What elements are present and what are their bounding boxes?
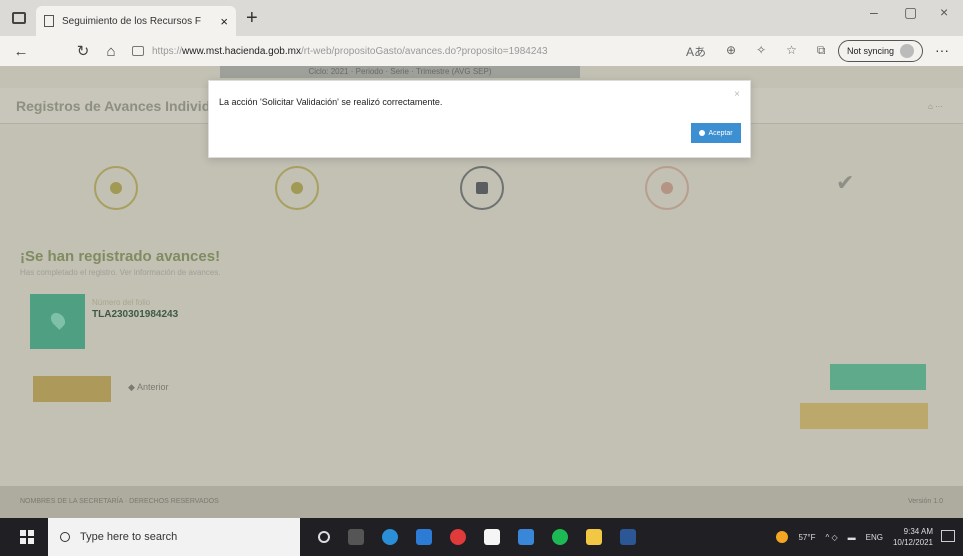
window-menu-icon[interactable] xyxy=(12,12,26,24)
previous-link[interactable]: ◆ Anterior xyxy=(128,382,168,393)
url-field[interactable]: https:// www.mst.hacienda.gob.mx /rt-web… xyxy=(132,40,652,62)
zoom-icon[interactable]: ⊕ xyxy=(726,43,736,60)
tab-title: Seguimiento de los Recursos F xyxy=(62,15,201,27)
check-icon: ✔ xyxy=(836,170,855,195)
cortana-icon[interactable] xyxy=(318,531,330,543)
word-icon[interactable] xyxy=(620,529,636,545)
home-icon[interactable]: ⌂ xyxy=(98,43,124,60)
collections-icon[interactable]: ⧉ xyxy=(817,43,826,60)
success-subheading: Has completado el registro. Ver informac… xyxy=(20,268,221,277)
close-window-button[interactable]: × xyxy=(940,4,948,20)
page-icon xyxy=(44,15,54,27)
progress-steps: ✔ xyxy=(0,166,963,226)
url-prefix: https:// xyxy=(152,45,183,57)
address-bar: ← ↻ ⌂ https:// www.mst.hacienda.gob.mx /… xyxy=(0,36,963,66)
taskbar-apps xyxy=(318,529,636,545)
profile-button[interactable]: Not syncing xyxy=(838,40,924,62)
secondary-button[interactable] xyxy=(800,403,928,429)
folio-number: TLA230301984243 xyxy=(92,309,179,320)
step-1-icon xyxy=(94,166,138,210)
folio-label: Número del folio xyxy=(92,298,151,307)
windows-start-icon[interactable] xyxy=(20,530,34,544)
lock-icon xyxy=(132,46,144,56)
confirmation-dialog: La acción 'Solicitar Validación' se real… xyxy=(208,80,751,158)
location-pin-icon xyxy=(48,310,68,330)
step-3-icon xyxy=(460,166,504,210)
url-path: /rt-web/propositoGasto/avances.do?propos… xyxy=(300,45,548,57)
footer-text: NOMBRES DE LA SECRETARÍA · DERECHOS RESE… xyxy=(20,498,219,505)
favorites-icon[interactable]: ☆ xyxy=(786,43,797,60)
weather-icon[interactable] xyxy=(776,531,789,543)
app-l-icon[interactable] xyxy=(416,529,432,545)
back-arrow-icon[interactable]: ← xyxy=(8,43,34,60)
new-tab-button[interactable]: + xyxy=(246,7,258,30)
battery-icon[interactable]: ▬ xyxy=(848,533,856,542)
task-view-icon[interactable] xyxy=(348,529,364,545)
avatar-icon xyxy=(900,44,915,58)
dialog-message: La acción 'Solicitar Validación' se real… xyxy=(219,97,443,107)
search-icon xyxy=(60,532,70,542)
profile-label: Not syncing xyxy=(847,46,895,56)
footer-version: Versión 1.0 xyxy=(907,498,943,505)
taskbar: Type here to search 57°F ^ ◇ ▬ ENG 9:34 … xyxy=(0,518,963,556)
location-card xyxy=(30,294,85,349)
language[interactable]: ENG xyxy=(866,533,883,542)
next-button[interactable] xyxy=(830,364,926,390)
file-explorer-icon[interactable] xyxy=(586,529,602,545)
temperature: 57°F xyxy=(798,532,816,542)
toolbar-icons: Aあ ⊕ ✧ ☆ ⧉ xyxy=(686,43,825,60)
clock-time: 9:34 AM xyxy=(903,527,933,536)
browser-tab-bar: Seguimiento de los Recursos F × + – ▢ × xyxy=(0,0,963,36)
minimize-button[interactable]: – xyxy=(870,4,878,20)
browser-tab[interactable]: Seguimiento de los Recursos F × xyxy=(36,6,236,36)
mail-icon[interactable] xyxy=(518,529,534,545)
taskbar-search[interactable]: Type here to search xyxy=(48,518,300,556)
read-aloud-icon[interactable]: Aあ xyxy=(686,43,706,60)
clock-date: 10/12/2021 xyxy=(892,538,933,547)
cycle-info: Ciclo: 2021 · Periodo · Serie · Trimestr… xyxy=(220,66,580,78)
page-footer: NOMBRES DE LA SECRETARÍA · DERECHOS RESE… xyxy=(0,486,963,518)
edge-icon[interactable] xyxy=(382,529,398,545)
store-icon[interactable] xyxy=(484,529,500,545)
tray-arrows-icon[interactable]: ^ ◇ xyxy=(825,533,837,542)
success-heading: ¡Se han registrado avances! xyxy=(20,248,221,265)
check-circle-icon xyxy=(699,130,706,136)
opera-icon[interactable] xyxy=(450,529,466,545)
search-placeholder: Type here to search xyxy=(80,531,178,543)
previous-label: Anterior xyxy=(136,382,169,392)
dialog-close-icon[interactable]: × xyxy=(734,89,740,100)
notification-icon[interactable] xyxy=(941,530,955,542)
step-2-icon xyxy=(275,166,319,210)
page-title: Registros de Avances Individual xyxy=(16,98,231,114)
refresh-icon[interactable]: ↻ xyxy=(70,42,96,60)
tab-close-icon[interactable]: × xyxy=(220,14,228,29)
url-domain: www.mst.hacienda.gob.mx xyxy=(182,45,301,57)
more-menu-icon[interactable]: ··· xyxy=(935,42,949,58)
step-4-icon xyxy=(645,166,689,210)
breadcrumb[interactable]: ⌂ ··· xyxy=(928,102,943,111)
accept-button[interactable]: Aceptar xyxy=(691,123,741,143)
maximize-button[interactable]: ▢ xyxy=(904,4,917,21)
action-button[interactable] xyxy=(33,376,111,402)
extensions-icon[interactable]: ✧ xyxy=(756,43,766,60)
system-tray: 57°F ^ ◇ ▬ ENG 9:34 AM 10/12/2021 xyxy=(776,518,933,556)
accept-label: Aceptar xyxy=(708,129,733,137)
clock[interactable]: 9:34 AM 10/12/2021 xyxy=(893,526,933,548)
spotify-icon[interactable] xyxy=(552,529,568,545)
